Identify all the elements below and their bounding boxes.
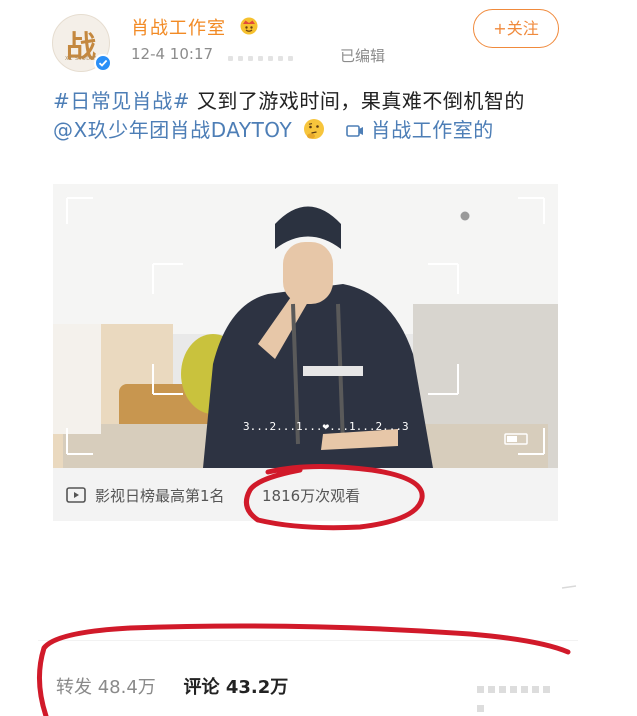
comment-count[interactable]: 评论 43.2万 <box>184 677 289 698</box>
video-card[interactable]: 3...2...1...❤...1...2...3 影视日榜最高第1名 1816… <box>53 184 558 521</box>
repost-count[interactable]: 转发 48.4万 <box>56 677 156 698</box>
edited-label[interactable]: 已编辑 <box>340 45 385 66</box>
post-body-text: 又到了游戏时间，果真难不倒机智的 <box>196 89 525 113</box>
play-icon <box>66 487 86 503</box>
view-count: 1816万次观看 <box>262 487 361 505</box>
crown-emoji-icon <box>240 17 258 35</box>
author-name[interactable]: 肖战工作室 <box>131 14 226 40</box>
scroll-hint <box>561 585 577 589</box>
video-info-bar: 影视日榜最高第1名 1816万次观看 <box>53 468 558 521</box>
ranking-label: 影视日榜最高第1名 <box>95 487 225 505</box>
verified-icon <box>94 54 112 72</box>
link-label[interactable]: 肖战工作室的 <box>371 118 494 142</box>
post-text-line-2: @X玖少年团肖战DAYTOY 肖战工作室的 <box>53 114 494 143</box>
video-thumbnail[interactable]: 3...2...1...❤...1...2...3 <box>53 184 558 468</box>
video-overlay-text: 3...2...1...❤...1...2...3 <box>243 420 409 433</box>
post-stats: 转发 48.4万 评论 43.2万 <box>56 673 288 699</box>
post-text-line-1: #日常见肖战# 又到了游戏时间，果真难不倒机智的 <box>53 85 525 114</box>
hashtag-link[interactable]: #日常见肖战# <box>53 89 190 113</box>
post-timestamp: 12-4 10:17 <box>131 45 214 63</box>
source-blurred <box>228 46 308 61</box>
video-link-icon <box>346 125 363 137</box>
follow-button[interactable]: +关注 <box>473 9 559 48</box>
thinking-emoji-icon <box>304 119 325 139</box>
likes-blurred <box>475 678 557 712</box>
stats-divider <box>38 640 578 641</box>
mention-link[interactable]: @X玖少年团肖战DAYTOY <box>53 118 292 142</box>
